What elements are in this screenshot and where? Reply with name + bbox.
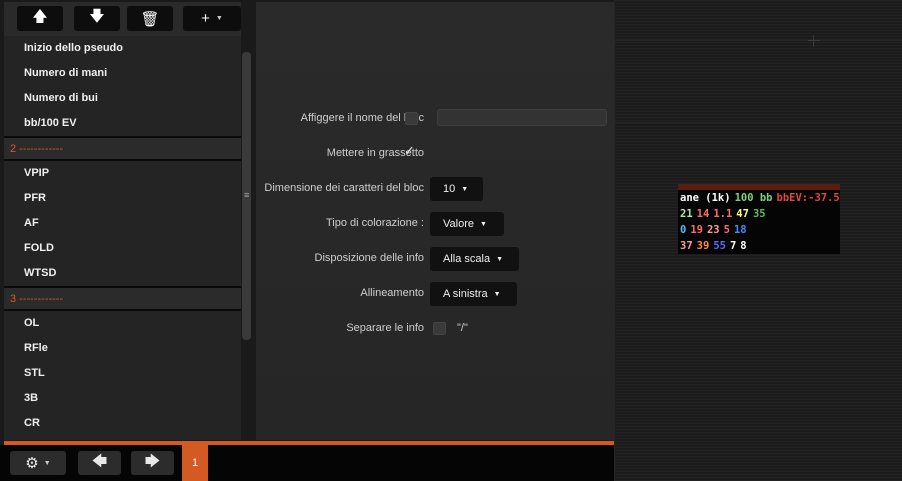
stat-list-panel: 🡅 🡇 🗑 + ▼ Inizio dello pseudo Numero di m… <box>4 2 241 440</box>
chevron-down-icon: ▼ <box>461 186 469 193</box>
arrow-right-icon: 🡆 <box>144 452 161 470</box>
setting-label: Tipo di colorazione : <box>325 217 424 229</box>
separator-checkbox[interactable] <box>433 322 446 335</box>
hud-stat-value: 8 <box>740 240 747 252</box>
hud-stat-value: 55 <box>713 240 726 252</box>
stat-list-item[interactable]: WTSD <box>4 261 241 286</box>
stat-toolbar: 🡅 🡇 🗑 + ▼ <box>4 2 241 36</box>
chevron-down-icon: ▼ <box>496 256 504 263</box>
previous-button[interactable]: 🡄 <box>78 451 121 475</box>
crosshair-icon <box>808 35 820 47</box>
hud-stat-value: 23 <box>706 224 720 236</box>
hud-row: 21 14 1.1 47 35 <box>678 206 840 222</box>
bottom-bar: ⚙ ▼ 🡄 🡆 1 <box>0 445 614 481</box>
gear-icon: ⚙ <box>25 455 39 472</box>
settings-menu-button[interactable]: ⚙ ▼ <box>10 451 66 475</box>
setting-label: Dimensione dei caratteri del bloc <box>264 182 424 194</box>
stat-list-item[interactable]: STL <box>4 361 241 386</box>
stat-list-item[interactable]: CR <box>4 411 241 436</box>
dropdown-value: Valore <box>443 218 474 230</box>
stat-list-item[interactable]: bb/100 EV <box>4 111 241 136</box>
font-size-dropdown[interactable]: 10 ▼ <box>430 177 483 201</box>
hud-stat-value: 37 <box>680 240 693 252</box>
dropdown-value: 10 <box>443 183 456 195</box>
hud-stat-value: ane (1k) <box>680 192 731 204</box>
setting-layout: Disposizione delle info Alla scala ▼ <box>256 247 615 271</box>
hud-row: 37 39 55 7 8 <box>678 238 840 254</box>
move-down-button[interactable]: 🡇 <box>74 6 120 31</box>
bold-checkbox[interactable]: ✓ <box>404 143 415 159</box>
stat-list-item[interactable]: Numero di mani <box>4 61 241 86</box>
move-up-button[interactable]: 🡅 <box>17 6 63 31</box>
grid-line <box>614 40 902 41</box>
hud-stat-value: 21 <box>680 208 693 220</box>
hud-stat-value: 7 <box>729 240 737 252</box>
hud-row: 0 19 23 5 18 <box>678 222 840 238</box>
dropdown-value: A sinistra <box>443 288 488 300</box>
chevron-down-icon: ▼ <box>493 291 501 298</box>
plus-icon: + <box>201 10 210 27</box>
stat-list-item[interactable]: Numero di bui <box>4 86 241 111</box>
hud-stat-value: 19 <box>690 224 703 236</box>
stat-list-item[interactable]: Inizio dello pseudo <box>4 36 241 61</box>
stat-list-item[interactable]: FOLD <box>4 236 241 261</box>
arrow-left-icon: 🡄 <box>91 452 108 470</box>
arrow-down-icon: 🡇 <box>89 8 105 25</box>
coloring-dropdown[interactable]: Valore ▼ <box>430 212 504 236</box>
setting-font-size: Dimensione dei caratteri del bloc 10 ▼ <box>256 177 615 201</box>
setting-alignment: Allineamento A sinistra ▼ <box>256 282 615 306</box>
stat-list-item[interactable]: OL <box>4 311 241 336</box>
setting-label: Disposizione delle info <box>314 252 424 264</box>
block-name-input[interactable] <box>437 109 607 126</box>
stat-list-item[interactable]: VPIP <box>4 161 241 186</box>
trash-icon: 🗑 <box>140 10 160 28</box>
hud-stat-value: 14 <box>696 208 710 220</box>
setting-label: Allineamento <box>360 287 424 299</box>
add-stat-button[interactable]: + ▼ <box>183 6 241 31</box>
hud-stat-value: 18 <box>733 224 747 236</box>
stat-separator[interactable]: 2 ------------ <box>4 136 241 161</box>
stat-list-item[interactable]: PFR <box>4 186 241 211</box>
dropdown-value: Alla scala <box>443 253 491 265</box>
arrow-up-icon: 🡅 <box>32 8 48 25</box>
hud-stat-value: 0 <box>680 224 687 236</box>
stat-list-item[interactable]: AF <box>4 211 241 236</box>
alignment-dropdown[interactable]: A sinistra ▼ <box>430 282 517 306</box>
next-button[interactable]: 🡆 <box>131 451 174 475</box>
setting-label: Separare le info <box>346 322 424 334</box>
setting-bold: Mettere in grassetto ✓ <box>256 142 615 166</box>
stat-separator[interactable]: 3 ------------ <box>4 286 241 311</box>
chevron-down-icon: ▼ <box>479 221 487 228</box>
setting-coloring: Tipo di colorazione : Valore ▼ <box>256 212 615 236</box>
chevron-down-icon: ▼ <box>215 15 223 22</box>
grid-line <box>614 0 615 481</box>
hud-stat-value: 100 bb <box>734 192 773 204</box>
page-tab-1[interactable]: 1 <box>182 445 208 481</box>
hud-stat-value: 35 <box>752 208 766 220</box>
setting-show-block-name: Affiggere il nome del bloc <box>256 107 615 131</box>
hud-stat-value: 47 <box>736 208 749 220</box>
block-settings-panel: Affiggere il nome del bloc Mettere in gr… <box>255 2 614 440</box>
stat-list[interactable]: Inizio dello pseudo Numero di mani Numero … <box>4 36 241 440</box>
show-block-name-checkbox[interactable] <box>405 112 418 125</box>
hud-row: ane (1k) 100 bb bbEV:-37.5 <box>678 190 840 206</box>
hud-stat-value: 1.1 <box>713 208 733 220</box>
chevron-down-icon: ▼ <box>43 459 51 467</box>
layout-dropdown[interactable]: Alla scala ▼ <box>430 247 519 271</box>
stat-list-item[interactable]: 3B <box>4 386 241 411</box>
hud-preview[interactable]: ane (1k) 100 bb bbEV:-37.5 21 14 1.1 47 35 0 19 23… <box>678 184 840 254</box>
separator-value: "/" <box>457 322 468 334</box>
grid-line <box>614 122 902 123</box>
hud-stat-value: 5 <box>723 224 730 236</box>
stat-list-item[interactable]: RFle <box>4 336 241 361</box>
hud-stat-value: 39 <box>696 240 710 252</box>
panel-splitter-icon[interactable]: ≡ <box>244 190 249 200</box>
delete-button[interactable]: 🗑 <box>127 6 173 31</box>
hud-stat-value: bbEV:-37.5 <box>776 192 840 204</box>
setting-separator: Separare le info "/" <box>256 317 615 341</box>
